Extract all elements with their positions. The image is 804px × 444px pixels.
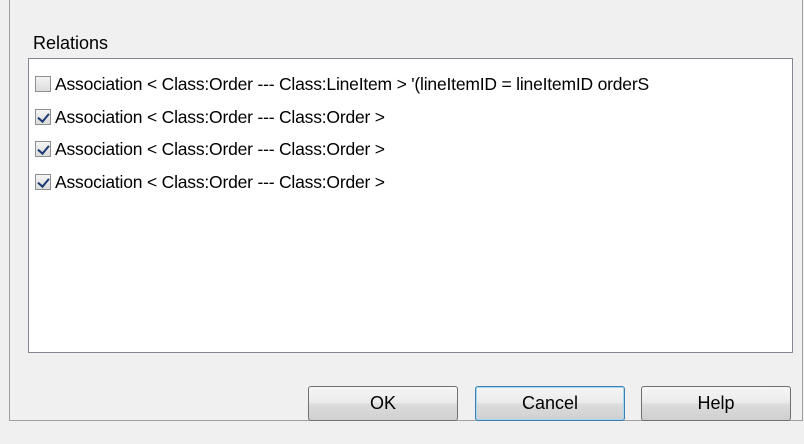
- relation-label: Association < Class:Order --- Class:Line…: [55, 73, 649, 94]
- relation-label: Association < Class:Order --- Class:Orde…: [55, 138, 385, 159]
- relation-checkbox[interactable]: [35, 76, 51, 92]
- relation-checkbox[interactable]: [35, 141, 51, 157]
- relation-row[interactable]: Association < Class:Order --- Class:Orde…: [35, 135, 385, 163]
- relation-label: Association < Class:Order --- Class:Orde…: [55, 106, 385, 127]
- ok-button[interactable]: OK: [308, 386, 458, 421]
- relations-dialog: Relations Association < Class:Order --- …: [0, 0, 804, 444]
- relation-checkbox[interactable]: [35, 174, 51, 190]
- relation-checkbox[interactable]: [35, 109, 51, 125]
- relation-row[interactable]: Association < Class:Order --- Class:Orde…: [35, 168, 385, 196]
- relation-label: Association < Class:Order --- Class:Orde…: [55, 171, 385, 192]
- relation-row[interactable]: Association < Class:Order --- Class:Line…: [35, 70, 649, 98]
- relations-label: Relations: [33, 33, 109, 53]
- cancel-button[interactable]: Cancel: [475, 386, 625, 421]
- help-button[interactable]: Help: [641, 386, 791, 421]
- relation-row[interactable]: Association < Class:Order --- Class:Orde…: [35, 103, 385, 131]
- relations-listbox[interactable]: Association < Class:Order --- Class:Line…: [28, 58, 793, 353]
